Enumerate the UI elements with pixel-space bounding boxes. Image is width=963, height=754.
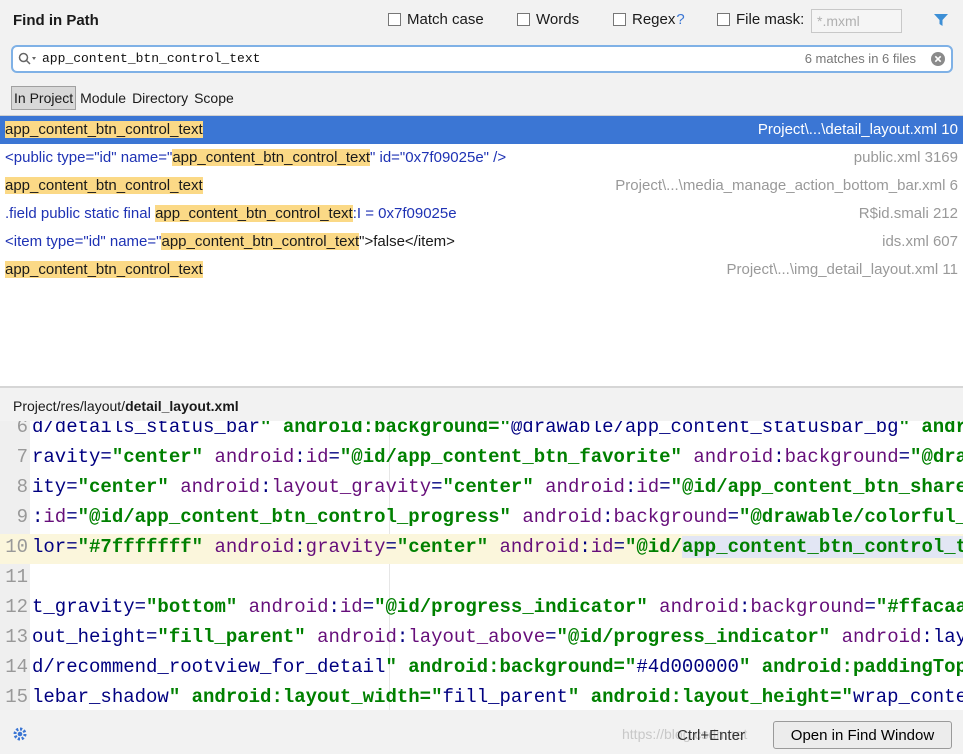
dialog-header: Find in Path Match case Words Regex ? Fi… [0,0,963,42]
result-text: app_content_btn_control_text [5,261,203,278]
code-text: :id="@id/app_content_btn_control_progres… [32,506,963,528]
match-highlight: app_content_btn_control_text [5,261,203,278]
magnifier-icon[interactable] [18,52,38,70]
code-text: t_gravity="bottom" android:id="@id/progr… [32,596,963,618]
clear-icon[interactable] [931,52,945,70]
regex-label: Regex [632,11,676,28]
tab-module[interactable]: Module [78,87,128,109]
regex-help-link[interactable]: ? [676,11,684,28]
search-query: app_content_btn_control_text [42,51,261,66]
code-text: ity="center" android:layout_gravity="cen… [32,476,963,498]
result-location: ids.xml 607 [882,233,958,250]
result-row[interactable]: app_content_btn_control_text Project\...… [0,172,963,200]
file-mask-label: File mask: [736,11,805,28]
result-text: app_content_btn_control_text [5,177,203,194]
file-mask-field[interactable]: *.mxml [811,9,902,33]
code-text: lor="#7fffffff" android:gravity="center"… [32,536,963,558]
result-location: Project\...\detail_layout.xml 10 [757,121,958,138]
result-text: app_content_btn_control_text [5,121,203,138]
open-in-find-window-button[interactable]: Open in Find Window [773,721,952,749]
gear-icon[interactable] [12,726,28,746]
preview-file-name: detail_layout.xml [125,398,239,414]
tab-scope[interactable]: Scope [192,87,236,109]
regex-checkbox[interactable] [613,13,626,26]
code-line: 13 out_height="fill_parent" android:layou… [0,624,963,654]
filter-icon[interactable] [933,13,949,31]
code-line: 7 ravity="center" android:id="@id/app_con… [0,444,963,474]
match-highlight: app_content_btn_control_text [5,177,203,194]
match-highlight: app_content_btn_control_text [155,205,353,222]
code-text: lebar_shadow" android:layout_width="fill… [32,686,963,708]
match-case-option[interactable]: Match case [388,11,484,28]
result-location: Project\...\img_detail_layout.xml 11 [726,261,959,278]
result-location: Project\...\media_manage_action_bottom_b… [615,177,958,194]
tab-directory[interactable]: Directory [130,87,190,109]
scope-tabs: In Project Module Directory Scope [11,86,238,110]
shortcut-hint: Ctrl+Enter [677,727,745,744]
match-case-label: Match case [407,11,484,28]
code-text: ravity="center" android:id="@id/app_cont… [32,446,963,468]
match-highlight: app_content_btn_control_text [172,149,370,166]
code-preview[interactable]: 6 d/details_status_bar" android:backgroun… [0,421,963,710]
result-row[interactable]: <item type="id" name="app_content_btn_co… [0,228,963,256]
preview-path: Project/res/layout/detail_layout.xml [13,398,239,414]
result-text: .field public static final app_content_b… [5,205,457,222]
line-number: 11 [5,566,28,588]
file-mask-checkbox[interactable] [717,13,730,26]
line-number: 15 [5,686,28,708]
result-location: R$id.smali 212 [858,205,958,222]
words-checkbox[interactable] [517,13,530,26]
words-option[interactable]: Words [517,11,579,28]
result-row[interactable]: .field public static final app_content_b… [0,200,963,228]
words-label: Words [536,11,580,28]
code-line: 14 d/recommend_rootview_for_detail" andro… [0,654,963,684]
code-text: out_height="fill_parent" android:layout_… [32,626,963,648]
code-line: 9:id="@id/app_content_btn_control_progre… [0,504,963,534]
result-row[interactable]: <public type="id" name="app_content_btn_… [0,144,963,172]
line-number: 13 [5,626,28,648]
code-line: 11 [0,564,963,594]
code-line: 8 ity="center" android:layout_gravity="ce… [0,474,963,504]
match-highlight: app_content_btn_control_text [5,121,203,138]
result-location: public.xml 3169 [853,149,958,166]
results-list: app_content_btn_control_text Project\...… [0,115,963,387]
line-number: 6 [16,421,28,438]
file-mask-option[interactable]: File mask: [717,11,804,28]
line-number: 7 [16,446,28,468]
code-line: 12 t_gravity="bottom" android:id="@id/pro… [0,594,963,624]
result-row[interactable]: app_content_btn_control_text Project\...… [0,116,963,144]
dialog-footer: https://blog.csdn.net Ctrl+Enter Open in… [0,710,963,754]
code-text: d/details_status_bar" android:background… [32,421,963,438]
result-row[interactable]: app_content_btn_control_text Project\...… [0,256,963,284]
result-text: <item type="id" name="app_content_btn_co… [5,233,455,250]
regex-option[interactable]: Regex ? [613,11,685,28]
code-text: d/recommend_rootview_for_detail" android… [32,656,963,678]
line-number: 10 [5,536,28,558]
tab-in-project[interactable]: In Project [11,86,77,110]
preview-path-bar: Project/res/layout/detail_layout.xml [0,388,963,421]
match-case-checkbox[interactable] [388,13,401,26]
code-line: 15 lebar_shadow" android:layout_width="fi… [0,684,963,710]
match-count: 6 matches in 6 files [804,51,916,66]
line-number: 12 [5,596,28,618]
dialog-title: Find in Path [13,12,99,29]
line-number: 8 [16,476,28,498]
line-number: 14 [5,656,28,678]
match-highlight: app_content_btn_control_text [161,233,360,250]
result-text: <public type="id" name="app_content_btn_… [5,149,507,166]
code-line: 6 d/details_status_bar" android:backgroun… [0,421,963,444]
search-input[interactable]: app_content_btn_control_text 6 matches i… [11,45,953,73]
code-line: 10 lor="#7fffffff" android:gravity="cente… [0,534,963,564]
line-number: 9 [16,506,28,528]
